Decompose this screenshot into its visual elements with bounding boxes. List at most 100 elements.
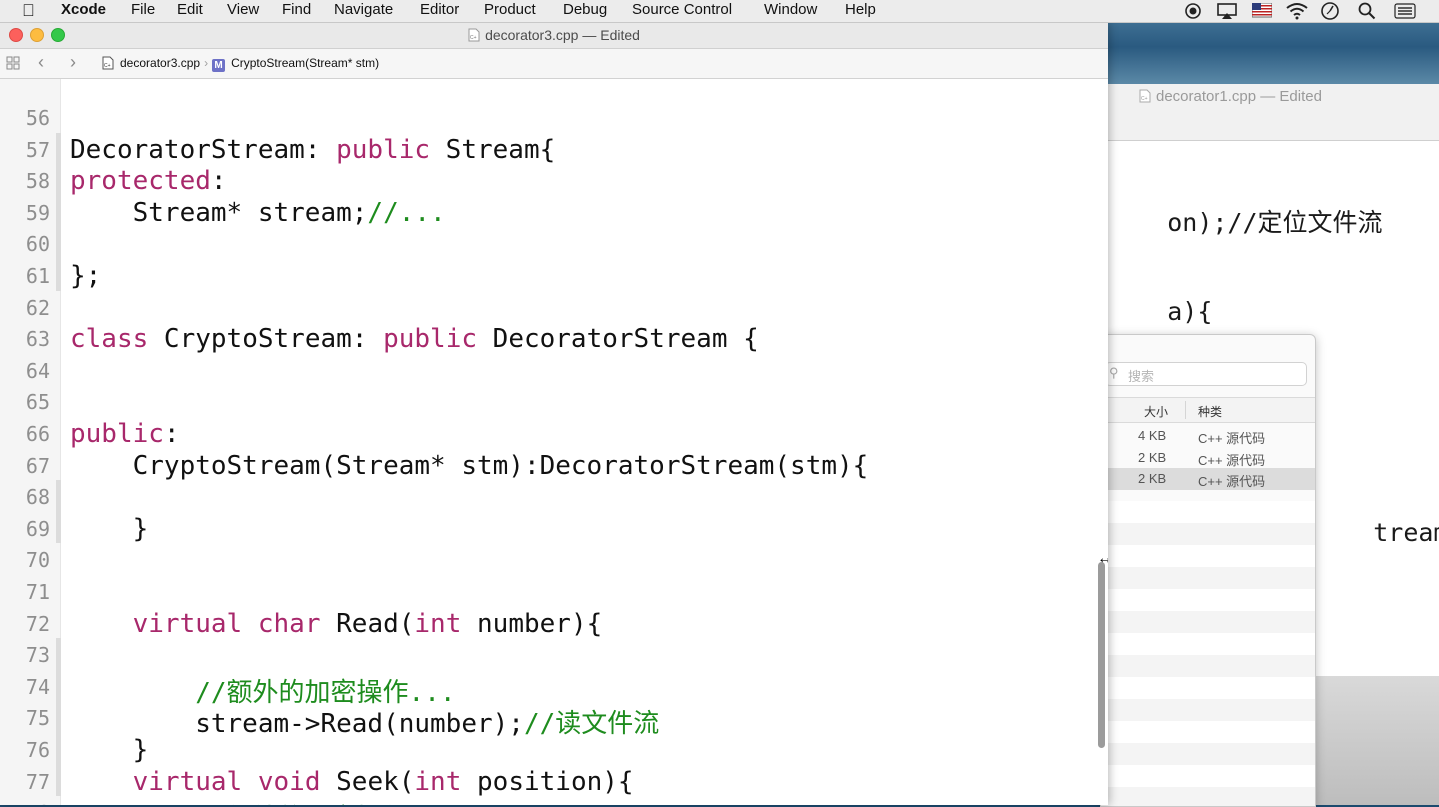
svg-text:C+: C+: [1141, 96, 1148, 102]
record-icon[interactable]: [1184, 0, 1202, 22]
menu-editor[interactable]: Editor: [420, 0, 459, 22]
line-number: 70: [25, 548, 50, 573]
menu-find[interactable]: Find: [282, 0, 311, 22]
menu-view[interactable]: View: [227, 0, 259, 22]
search-icon: ⚲: [1109, 365, 1119, 380]
window-title: C+ decorator3.cpp — Edited: [468, 27, 640, 43]
line-number: 69: [25, 516, 50, 541]
clock-icon[interactable]: [1320, 0, 1340, 22]
wifi-icon[interactable]: [1286, 0, 1308, 22]
breadcrumb-symbol[interactable]: CryptoStream(Stream* stm): [231, 56, 379, 70]
line-number: 66: [25, 422, 50, 446]
background-code-line-4: 流: [1311, 650, 1396, 676]
forward-arrow-icon[interactable]: ›: [70, 52, 76, 73]
search-icon[interactable]: [1358, 0, 1376, 22]
fold-band[interactable]: [56, 638, 61, 797]
code-line[interactable]: protected:: [70, 166, 227, 196]
resize-cursor-icon: ↔: [1097, 550, 1108, 567]
finder-row[interactable]: 4 KB C++ 源代码: [1101, 425, 1315, 447]
finder-empty-rows: [1101, 501, 1315, 806]
back-arrow-icon[interactable]: ‹: [38, 52, 44, 73]
list-icon[interactable]: [1394, 0, 1416, 22]
background-window-title: C+ decorator1.cpp — Edited: [1139, 88, 1322, 105]
code-line[interactable]: virtual char Read(int number){: [70, 609, 603, 639]
breadcrumb: C+ decorator3.cpp › M CryptoStream(Stream* s…: [102, 56, 379, 72]
breadcrumb-file[interactable]: decorator3.cpp: [120, 56, 200, 70]
menu-navigate[interactable]: Navigate: [334, 0, 393, 22]
file-browser-panel[interactable]: ⚲ 搜索 大小 种类 4 KB C++ 源代码 2 KB C++ 源代码 2 K…: [1100, 334, 1316, 807]
file-size: 4 KB: [1138, 428, 1167, 443]
code-line[interactable]: CryptoStream(Stream* stm):DecoratorStrea…: [70, 451, 869, 481]
code-line[interactable]: Stream* stream;//...: [70, 198, 446, 228]
code-line[interactable]: stream->Read(number);//读文件流: [70, 703, 659, 740]
code-line[interactable]: //额外的加密操作...: [70, 798, 455, 805]
background-code-line-3: tream{: [1373, 518, 1439, 547]
code-line[interactable]: public:: [70, 419, 180, 449]
desktop-wallpaper: [1100, 22, 1439, 84]
file-kind: C++ 源代码: [1198, 453, 1266, 468]
line-number: 73: [25, 643, 50, 668]
line-number: 67: [25, 453, 50, 478]
line-number: 56: [25, 106, 50, 130]
code-line[interactable]: }: [70, 735, 149, 765]
line-number: 71: [25, 580, 50, 604]
finder-row-selected[interactable]: 2 KB C++ 源代码: [1101, 468, 1315, 490]
cpp-file-icon: C+: [468, 28, 480, 42]
file-kind: C++ 源代码: [1198, 431, 1266, 446]
code-line[interactable]: }: [70, 514, 149, 544]
apple-menu-icon[interactable]: : [22, 0, 35, 22]
line-number: 57: [25, 137, 50, 162]
svg-text:C+: C+: [470, 35, 477, 41]
cpp-file-icon: C+: [102, 56, 114, 70]
column-kind[interactable]: 种类: [1198, 403, 1222, 420]
line-number: 76: [25, 738, 50, 762]
menu-debug[interactable]: Debug: [563, 0, 607, 22]
line-number: 62: [25, 295, 50, 320]
background-window-titlebar[interactable]: C+ decorator1.cpp — Edited: [1101, 84, 1439, 141]
line-number: 75: [25, 706, 50, 731]
menu-edit[interactable]: Edit: [177, 0, 203, 22]
menu-window[interactable]: Window: [764, 0, 817, 22]
finder-search-placeholder: 搜索: [1128, 369, 1155, 384]
line-number: 65: [25, 390, 50, 415]
code-line[interactable]: };: [70, 261, 101, 291]
line-number: 78: [0, 801, 50, 805]
vertical-scrollbar[interactable]: [1098, 562, 1105, 748]
menu-product[interactable]: Product: [484, 0, 536, 22]
finder-row[interactable]: 2 KB C++ 源代码: [1101, 447, 1315, 469]
fold-band[interactable]: [56, 480, 61, 544]
file-size: 2 KB: [1138, 450, 1167, 465]
line-number: 72: [25, 611, 50, 636]
code-editor[interactable]: DecoratorStream: public Stream{protected…: [70, 79, 1100, 805]
airplay-icon[interactable]: [1216, 0, 1238, 22]
line-number: 64: [25, 358, 50, 383]
line-number: 63: [25, 327, 50, 352]
line-number: 74: [25, 674, 50, 699]
menu-help[interactable]: Help: [845, 0, 876, 22]
line-number: 59: [25, 200, 50, 225]
column-size[interactable]: 大小: [1144, 403, 1168, 420]
code-line[interactable]: virtual void Seek(int position){: [70, 767, 634, 797]
menu-bar:  Xcode File Edit View Find Navigate Edi…: [0, 0, 1439, 23]
fold-band[interactable]: [56, 132, 61, 291]
flag-icon[interactable]: [1251, 0, 1273, 22]
menu-app[interactable]: Xcode: [61, 0, 106, 22]
line-number: 68: [25, 485, 50, 510]
background-code-line-1: on);//定位文件流: [1167, 208, 1383, 237]
menu-source-control[interactable]: Source Control: [632, 0, 732, 22]
line-number: 61: [25, 264, 50, 288]
method-icon: M: [212, 59, 226, 72]
line-number: 77: [25, 769, 50, 794]
file-kind: C++ 源代码: [1198, 474, 1266, 489]
code-line[interactable]: DecoratorStream: public Stream{: [70, 135, 555, 165]
related-items-icon[interactable]: [6, 54, 20, 75]
xcode-editor-window[interactable]: C+ decorator3.cpp — Edited ‹ › C+ decorato…: [0, 22, 1108, 805]
file-size: 2 KB: [1138, 471, 1167, 486]
breadcrumb-chevron-icon: ›: [204, 56, 209, 70]
window-titlebar[interactable]: C+ decorator3.cpp — Edited: [0, 22, 1108, 49]
jump-bar: ‹ › C+ decorator3.cpp › M CryptoStream(Strea…: [0, 49, 1108, 79]
menu-file[interactable]: File: [131, 0, 155, 22]
finder-column-header: 大小 种类: [1101, 397, 1315, 423]
code-line[interactable]: class CryptoStream: public DecoratorStre…: [70, 324, 759, 354]
finder-search-field[interactable]: ⚲ 搜索: [1105, 362, 1307, 386]
